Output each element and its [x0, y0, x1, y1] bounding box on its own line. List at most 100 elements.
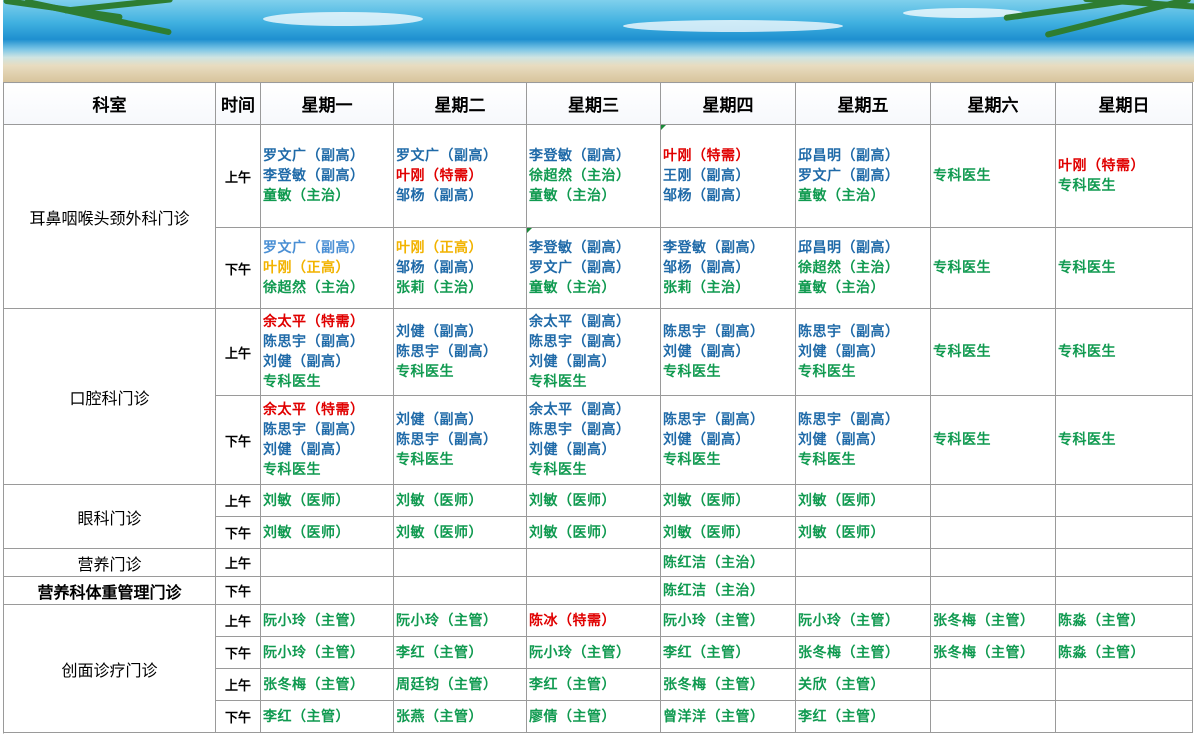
oral-am-thu: 陈思宇（副高） 刘健（副高） 专科医生: [660, 308, 796, 396]
oral-pm-sat: 专科医生: [930, 395, 1056, 485]
eye-am-tue: 刘敏（医师）: [393, 484, 527, 517]
doctor-entry: 余太平（副高）: [529, 402, 631, 418]
doctor-entry: 专科医生: [1058, 344, 1116, 360]
eye-pm-tue: 刘敏（医师）: [393, 516, 527, 549]
wound-r4-tue: 张燕（主管）: [393, 700, 527, 733]
doctor-entry: 陈思宇（副高）: [663, 412, 765, 428]
weight-sat: [930, 576, 1056, 605]
wound-r4-wed: 廖倩（主管）: [526, 700, 661, 733]
ent-pm-thu: 李登敏（副高） 邹杨（副高） 张莉（主治）: [660, 227, 796, 309]
wound-r1-wed: 陈冰（特需）: [526, 604, 661, 637]
eye-am-fri: 刘敏（医师）: [795, 484, 931, 517]
ent-am-wed: 李登敏（副高） 徐超然（主治） 童敏（主治）: [526, 124, 661, 228]
wound-r4-sun: [1055, 700, 1193, 733]
doctor-entry: 徐超然（主治）: [529, 168, 631, 184]
wound-r3-sun: [1055, 668, 1193, 701]
ent-am-row: 耳鼻咽喉头颈外科门诊 上午 罗文广（副高） 李登敏（副高） 童敏（主治） 罗文广…: [3, 124, 1193, 309]
wound-r1-fri: 阮小玲（主管）: [795, 604, 931, 637]
nutrition-thu: 陈红洁（主治）: [660, 548, 796, 577]
eye-pm-sat: [930, 516, 1056, 549]
doctor-entry: 专科医生: [396, 364, 454, 380]
doctor-entry: 李登敏（副高）: [263, 168, 365, 184]
doctor-entry: 李登敏（副高）: [663, 240, 765, 256]
doctor-entry: 邹杨（副高）: [396, 188, 483, 204]
eye-am-thu: 刘敏（医师）: [660, 484, 796, 517]
doctor-entry: 刘健（副高）: [798, 344, 885, 360]
wound-r2-wed: 阮小玲（主管）: [526, 636, 661, 669]
wound-r1-sun: 陈淼（主管）: [1055, 604, 1193, 637]
doctor-entry: 刘健（副高）: [529, 442, 616, 458]
doctor-entry: 邹杨（副高）: [396, 260, 483, 276]
time-am: 上午: [215, 604, 261, 637]
nutrition-tue: [393, 548, 527, 577]
oral-am-sat: 专科医生: [930, 308, 1056, 396]
header-row: 科室 时间 星期一 星期二 星期三 星期四 星期五 星期六 星期日: [3, 82, 1193, 125]
weight-row: 营养科体重管理门诊 下午 陈红洁（主治）: [3, 576, 1193, 605]
doctor-entry: 刘健（副高）: [798, 432, 885, 448]
doctor-entry: 专科医生: [798, 364, 856, 380]
doctor-entry: 陈思宇（副高）: [396, 432, 498, 448]
eye-pm-thu: 刘敏（医师）: [660, 516, 796, 549]
weight-wed: [526, 576, 661, 605]
header-wed: 星期三: [526, 82, 661, 125]
weight-fri: [795, 576, 931, 605]
doctor-entry: 陈思宇（副高）: [263, 334, 365, 350]
doctor-entry: 专科医生: [933, 260, 991, 276]
doctor-entry: 专科医生: [933, 432, 991, 448]
wound-r1-mon: 阮小玲（主管）: [260, 604, 394, 637]
doctor-entry: 陈思宇（副高）: [663, 324, 765, 340]
nutrition-row: 营养门诊 上午 陈红洁（主治）: [3, 548, 1193, 577]
time-am: 上午: [215, 124, 261, 228]
time-pm: 下午: [215, 700, 261, 733]
doctor-entry: 刘健（副高）: [263, 442, 350, 458]
nutrition-wed: [526, 548, 661, 577]
doctor-entry: 余太平（特需）: [263, 314, 365, 330]
doctor-entry: 刘健（副高）: [263, 354, 350, 370]
header-sun: 星期日: [1055, 82, 1193, 125]
doctor-entry: 专科医生: [263, 462, 321, 478]
oral-am-row: 口腔科门诊 上午 余太平（特需） 陈思宇（副高） 刘健（副高） 专科医生 刘健（…: [3, 308, 1193, 485]
doctor-entry: 专科医生: [933, 168, 991, 184]
ent-am-mon: 罗文广（副高） 李登敏（副高） 童敏（主治）: [260, 124, 394, 228]
oral-am-sun: 专科医生: [1055, 308, 1193, 396]
time-pm: 下午: [215, 227, 261, 309]
dept-wound: 创面诊疗门诊: [3, 604, 216, 733]
wound-r4-mon: 李红（主管）: [260, 700, 394, 733]
time-pm: 下午: [215, 636, 261, 669]
ent-pm-mon: 罗文广（副高） 叶刚（正高） 徐超然（主治）: [260, 227, 394, 309]
wound-r1-thu: 阮小玲（主管）: [660, 604, 796, 637]
time-pm: 下午: [215, 516, 261, 549]
eye-am-row: 眼科门诊 上午 刘敏（医师） 刘敏（医师） 刘敏（医师） 刘敏（医师） 刘敏（医…: [3, 484, 1193, 549]
eye-pm-mon: 刘敏（医师）: [260, 516, 394, 549]
beach-banner-image: [3, 0, 1194, 82]
doctor-entry: 叶刚（特需）: [396, 168, 483, 184]
doctor-entry: 罗文广（副高）: [396, 148, 498, 164]
doctor-entry: 罗文广（副高）: [263, 148, 365, 164]
oral-pm-sun: 专科医生: [1055, 395, 1193, 485]
doctor-entry: 专科医生: [529, 462, 587, 478]
wound-r2-tue: 李红（主管）: [393, 636, 527, 669]
ent-pm-wed: 李登敏（副高） 罗文广（副高） 童敏（主治）: [526, 227, 661, 309]
doctor-entry: 陈思宇（副高）: [529, 422, 631, 438]
doctor-entry: 专科医生: [933, 344, 991, 360]
oral-pm-mon: 余太平（特需） 陈思宇（副高） 刘健（副高） 专科医生: [260, 395, 394, 485]
time-pm: 下午: [215, 395, 261, 485]
doctor-entry: 邹杨（副高）: [663, 260, 750, 276]
schedule-table: 科室 时间 星期一 星期二 星期三 星期四 星期五 星期六 星期日 耳鼻咽喉头颈…: [3, 82, 1193, 733]
doctor-entry: 专科医生: [263, 374, 321, 390]
doctor-entry: 叶刚（正高）: [396, 240, 483, 256]
ent-am-sun: 叶刚（特需） 专科医生: [1055, 124, 1193, 228]
time-pm: 下午: [215, 576, 261, 605]
doctor-entry: 陈思宇（副高）: [263, 422, 365, 438]
doctor-entry: 余太平（副高）: [529, 314, 631, 330]
doctor-entry: 叶刚（正高）: [263, 260, 350, 276]
header-tue: 星期二: [393, 82, 527, 125]
header-dept: 科室: [3, 82, 216, 125]
header-fri: 星期五: [795, 82, 931, 125]
wound-r4-thu: 曾洋洋（主管）: [660, 700, 796, 733]
header-sat: 星期六: [930, 82, 1056, 125]
doctor-entry: 李登敏（副高）: [529, 148, 631, 164]
dept-nutrition: 营养门诊: [3, 548, 216, 577]
ent-am-thu: 叶刚（特需） 王刚（副高） 邹杨（副高）: [660, 124, 796, 228]
doctor-entry: 徐超然（主治）: [798, 260, 900, 276]
